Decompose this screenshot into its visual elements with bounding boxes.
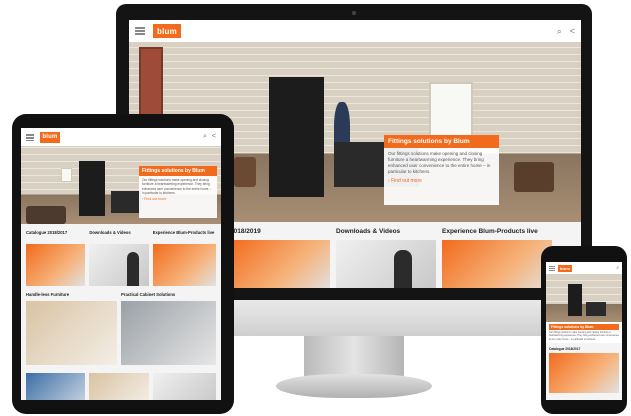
tablet-hero: Fittings solutions by Blum Our fittings … xyxy=(21,146,221,224)
sofa-image xyxy=(514,162,554,192)
menu-icon[interactable] xyxy=(26,133,34,141)
tablet-topbar: blum ⌕ < xyxy=(21,128,221,146)
tile-image xyxy=(89,244,149,286)
search-icon[interactable]: ⌕ xyxy=(616,265,619,271)
arrow-right-icon: › xyxy=(388,178,390,185)
promo-title: Fittings solutions by Blum xyxy=(384,135,499,148)
phone-topbar: blum ⌕ xyxy=(546,262,622,274)
monitor-base xyxy=(276,374,432,398)
tile-image xyxy=(336,240,436,288)
person-image xyxy=(394,250,412,288)
phone-screen: blum ⌕ Fittings solutions by Blum Our fi… xyxy=(546,262,622,400)
tile-image[interactable] xyxy=(152,373,216,400)
tile-experience[interactable]: Experience Blum-Products live xyxy=(152,230,216,286)
tablet-tile-row-2: Handle-less Furniture Practical Cabinet … xyxy=(21,286,221,365)
promo-text: Our fittings solutions make opening and … xyxy=(549,331,619,341)
tile-image xyxy=(442,240,552,288)
tile-catalogue[interactable]: 2018/2019 xyxy=(230,228,330,288)
logo[interactable]: blum xyxy=(40,131,60,143)
promo-title: Fittings solutions by Blum xyxy=(139,166,217,176)
tall-cabinet-image xyxy=(568,284,582,316)
menu-icon[interactable] xyxy=(135,27,145,35)
promo-link[interactable]: › Find out more xyxy=(139,197,217,201)
tile-image xyxy=(121,301,216,365)
tile-image[interactable] xyxy=(26,373,86,400)
person-image xyxy=(127,252,140,286)
tile-title: Handle-less Furniture xyxy=(26,292,70,297)
tile-title: Experience Blum-Products live xyxy=(152,230,215,235)
tile-catalogue[interactable]: Catalogue 2018/2017 xyxy=(26,230,86,286)
tile-experience[interactable]: Experience Blum-Products live xyxy=(442,228,552,288)
monitor-stand xyxy=(304,336,404,378)
tile-image xyxy=(26,244,86,286)
picture-frame-image xyxy=(61,168,72,182)
hero-promo-box: Fittings solutions by Blum Our fittings … xyxy=(384,135,499,205)
tile-title: Downloads & Videos xyxy=(336,228,401,235)
window-image xyxy=(429,82,473,141)
tile-catalogue[interactable]: Catalogue 2018/2017 xyxy=(546,343,622,394)
tablet-tile-row-1: Catalogue 2018/2017 Downloads & Videos E… xyxy=(21,224,221,286)
tile-handleless[interactable]: Handle-less Furniture xyxy=(26,292,118,365)
tile-image xyxy=(230,240,330,288)
chair-image xyxy=(234,157,256,187)
tile-downloads[interactable]: Downloads & Videos xyxy=(89,230,149,286)
tile-title: 2018/2019 xyxy=(230,228,261,235)
kitchen-island-image xyxy=(586,302,606,316)
tile-title: Catalogue 2018/2017 xyxy=(26,230,68,235)
menu-icon[interactable] xyxy=(549,265,555,271)
hero-promo-box: Fittings solutions by Blum Our fittings … xyxy=(139,166,217,218)
tall-cabinet-image xyxy=(269,77,324,197)
phone-hero xyxy=(546,274,622,322)
tall-cabinet-image xyxy=(79,161,105,216)
share-icon[interactable]: < xyxy=(570,26,575,37)
promo-link-label: Find out more xyxy=(144,197,167,202)
tile-downloads[interactable]: Downloads & Videos xyxy=(336,228,436,288)
promo-link[interactable]: › Find out more xyxy=(384,178,499,184)
tile-title: Practical Cabinet Solutions xyxy=(121,292,176,297)
tile-cabinet-solutions[interactable]: Practical Cabinet Solutions xyxy=(121,292,216,365)
camera-dot xyxy=(352,11,356,15)
search-icon[interactable]: ⌕ xyxy=(557,26,562,37)
search-icon[interactable]: ⌕ xyxy=(203,133,207,141)
tile-image xyxy=(26,301,118,365)
desktop-topbar: blum ⌕ < xyxy=(129,20,581,42)
logo[interactable]: blum xyxy=(558,264,572,272)
kitchen-island-image xyxy=(111,191,141,213)
tablet-tile-row-3 xyxy=(21,365,221,400)
tile-title: Experience Blum-Products live xyxy=(442,228,538,235)
phone-promo: Fittings solutions by Blum Our fittings … xyxy=(546,322,622,344)
tile-image xyxy=(152,244,216,286)
sofa-image xyxy=(26,206,66,224)
promo-text: Our fittings solutions make opening and … xyxy=(388,151,491,175)
tablet-screen: blum ⌕ < Fittings solutions by Blum Our … xyxy=(21,128,221,400)
promo-text: Our fittings solutions make opening and … xyxy=(142,178,212,195)
tile-image[interactable] xyxy=(89,373,149,400)
tile-title: Downloads & Videos xyxy=(89,230,131,235)
logo[interactable]: blum xyxy=(153,24,181,38)
promo-link-label: Find out more xyxy=(391,178,422,185)
share-icon[interactable]: < xyxy=(212,133,216,141)
tile-image xyxy=(549,353,619,394)
